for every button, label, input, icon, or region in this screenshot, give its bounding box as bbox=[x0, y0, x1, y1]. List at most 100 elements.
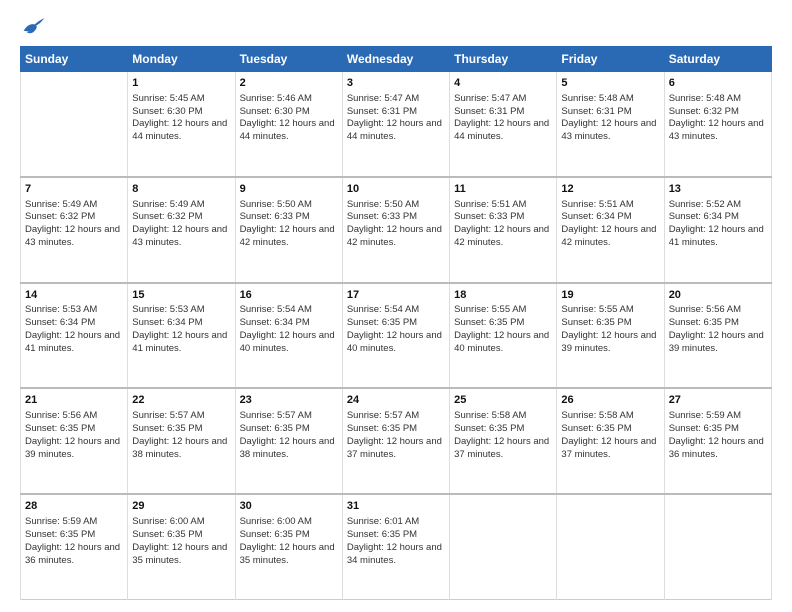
daylight-text: Daylight: 12 hours and 34 minutes. bbox=[347, 542, 445, 568]
sunset-text: Sunset: 6:32 PM bbox=[669, 106, 767, 119]
calendar-cell: 15Sunrise: 5:53 AMSunset: 6:34 PMDayligh… bbox=[128, 283, 235, 389]
calendar-cell: 26Sunrise: 5:58 AMSunset: 6:35 PMDayligh… bbox=[557, 388, 664, 494]
daylight-text: Daylight: 12 hours and 38 minutes. bbox=[240, 436, 338, 462]
day-number: 22 bbox=[132, 393, 230, 408]
day-number: 13 bbox=[669, 182, 767, 197]
calendar-cell: 14Sunrise: 5:53 AMSunset: 6:34 PMDayligh… bbox=[21, 283, 128, 389]
calendar-cell: 23Sunrise: 5:57 AMSunset: 6:35 PMDayligh… bbox=[235, 388, 342, 494]
day-number: 7 bbox=[25, 182, 123, 197]
calendar-cell: 21Sunrise: 5:56 AMSunset: 6:35 PMDayligh… bbox=[21, 388, 128, 494]
daylight-text: Daylight: 12 hours and 37 minutes. bbox=[347, 436, 445, 462]
logo-text bbox=[20, 16, 46, 36]
sunrise-text: Sunrise: 5:54 AM bbox=[240, 304, 338, 317]
sunrise-text: Sunrise: 5:52 AM bbox=[669, 199, 767, 212]
calendar-cell: 2Sunrise: 5:46 AMSunset: 6:30 PMDaylight… bbox=[235, 72, 342, 177]
day-number: 11 bbox=[454, 182, 552, 197]
sunrise-text: Sunrise: 5:57 AM bbox=[132, 410, 230, 423]
calendar-cell: 12Sunrise: 5:51 AMSunset: 6:34 PMDayligh… bbox=[557, 177, 664, 283]
day-number: 20 bbox=[669, 288, 767, 303]
sunset-text: Sunset: 6:35 PM bbox=[25, 529, 123, 542]
calendar-cell: 22Sunrise: 5:57 AMSunset: 6:35 PMDayligh… bbox=[128, 388, 235, 494]
day-number: 12 bbox=[561, 182, 659, 197]
sunset-text: Sunset: 6:35 PM bbox=[132, 529, 230, 542]
day-header-saturday: Saturday bbox=[664, 47, 771, 72]
day-number: 15 bbox=[132, 288, 230, 303]
daylight-text: Daylight: 12 hours and 43 minutes. bbox=[561, 118, 659, 144]
sunset-text: Sunset: 6:35 PM bbox=[454, 317, 552, 330]
sunrise-text: Sunrise: 5:58 AM bbox=[454, 410, 552, 423]
daylight-text: Daylight: 12 hours and 43 minutes. bbox=[132, 224, 230, 250]
day-number: 2 bbox=[240, 76, 338, 91]
sunset-text: Sunset: 6:35 PM bbox=[669, 423, 767, 436]
daylight-text: Daylight: 12 hours and 35 minutes. bbox=[132, 542, 230, 568]
daylight-text: Daylight: 12 hours and 44 minutes. bbox=[132, 118, 230, 144]
day-number: 29 bbox=[132, 499, 230, 514]
sunset-text: Sunset: 6:35 PM bbox=[347, 529, 445, 542]
sunrise-text: Sunrise: 5:53 AM bbox=[132, 304, 230, 317]
sunrise-text: Sunrise: 5:57 AM bbox=[240, 410, 338, 423]
day-number: 18 bbox=[454, 288, 552, 303]
sunset-text: Sunset: 6:33 PM bbox=[454, 211, 552, 224]
sunrise-text: Sunrise: 5:51 AM bbox=[454, 199, 552, 212]
calendar-cell: 17Sunrise: 5:54 AMSunset: 6:35 PMDayligh… bbox=[342, 283, 449, 389]
day-number: 8 bbox=[132, 182, 230, 197]
week-row-2: 14 Sunrise: 5:53 AM Sunset: 6:34 PM Dayligh… bbox=[21, 283, 772, 389]
calendar-cell: 25Sunrise: 5:58 AMSunset: 6:35 PMDayligh… bbox=[450, 388, 557, 494]
sunset-text: Sunset: 6:35 PM bbox=[561, 317, 659, 330]
days-of-week-row: SundayMondayTuesdayWednesdayThursdayFrid… bbox=[21, 47, 772, 72]
sunset-text: Sunset: 6:35 PM bbox=[25, 423, 123, 436]
day-header-wednesday: Wednesday bbox=[342, 47, 449, 72]
calendar-cell bbox=[664, 494, 771, 599]
day-number: 3 bbox=[347, 76, 445, 91]
sunset-text: Sunset: 6:31 PM bbox=[347, 106, 445, 119]
day-header-sunday: Sunday bbox=[21, 47, 128, 72]
sunset-text: Sunset: 6:35 PM bbox=[240, 423, 338, 436]
day-number: 21 bbox=[25, 393, 123, 408]
daylight-text: Daylight: 12 hours and 39 minutes. bbox=[561, 330, 659, 356]
day-number: 4 bbox=[454, 76, 552, 91]
sunset-text: Sunset: 6:32 PM bbox=[132, 211, 230, 224]
calendar-cell: 27Sunrise: 5:59 AMSunset: 6:35 PMDayligh… bbox=[664, 388, 771, 494]
day-number: 9 bbox=[240, 182, 338, 197]
sunrise-text: Sunrise: 5:56 AM bbox=[669, 304, 767, 317]
day-number: 28 bbox=[25, 499, 123, 514]
sunrise-text: Sunrise: 5:51 AM bbox=[561, 199, 659, 212]
sunrise-text: Sunrise: 5:45 AM bbox=[132, 93, 230, 106]
day-number: 10 bbox=[347, 182, 445, 197]
sunrise-text: Sunrise: 5:47 AM bbox=[454, 93, 552, 106]
day-number: 24 bbox=[347, 393, 445, 408]
calendar-cell: 19Sunrise: 5:55 AMSunset: 6:35 PMDayligh… bbox=[557, 283, 664, 389]
day-number: 27 bbox=[669, 393, 767, 408]
daylight-text: Daylight: 12 hours and 39 minutes. bbox=[25, 436, 123, 462]
daylight-text: Daylight: 12 hours and 41 minutes. bbox=[669, 224, 767, 250]
day-header-friday: Friday bbox=[557, 47, 664, 72]
day-number: 26 bbox=[561, 393, 659, 408]
sunrise-text: Sunrise: 5:47 AM bbox=[347, 93, 445, 106]
calendar-cell: 8Sunrise: 5:49 AMSunset: 6:32 PMDaylight… bbox=[128, 177, 235, 283]
sunset-text: Sunset: 6:34 PM bbox=[240, 317, 338, 330]
header bbox=[20, 16, 772, 36]
sunset-text: Sunset: 6:31 PM bbox=[454, 106, 552, 119]
sunset-text: Sunset: 6:34 PM bbox=[669, 211, 767, 224]
sunset-text: Sunset: 6:34 PM bbox=[561, 211, 659, 224]
sunset-text: Sunset: 6:35 PM bbox=[132, 423, 230, 436]
calendar-table: SundayMondayTuesdayWednesdayThursdayFrid… bbox=[20, 46, 772, 600]
daylight-text: Daylight: 12 hours and 39 minutes. bbox=[669, 330, 767, 356]
sunset-text: Sunset: 6:35 PM bbox=[347, 317, 445, 330]
daylight-text: Daylight: 12 hours and 41 minutes. bbox=[25, 330, 123, 356]
daylight-text: Daylight: 12 hours and 40 minutes. bbox=[347, 330, 445, 356]
day-number: 14 bbox=[25, 288, 123, 303]
daylight-text: Daylight: 12 hours and 36 minutes. bbox=[25, 542, 123, 568]
calendar-cell: 10Sunrise: 5:50 AMSunset: 6:33 PMDayligh… bbox=[342, 177, 449, 283]
day-number: 16 bbox=[240, 288, 338, 303]
sunrise-text: Sunrise: 6:00 AM bbox=[240, 516, 338, 529]
day-number: 1 bbox=[132, 76, 230, 91]
sunset-text: Sunset: 6:33 PM bbox=[347, 211, 445, 224]
sunrise-text: Sunrise: 5:55 AM bbox=[561, 304, 659, 317]
sunrise-text: Sunrise: 6:00 AM bbox=[132, 516, 230, 529]
logo-bird-icon bbox=[22, 16, 46, 36]
sunrise-text: Sunrise: 5:55 AM bbox=[454, 304, 552, 317]
week-row-4: 28Sunrise: 5:59 AMSunset: 6:35 PMDayligh… bbox=[21, 494, 772, 599]
calendar-cell: 11Sunrise: 5:51 AMSunset: 6:33 PMDayligh… bbox=[450, 177, 557, 283]
calendar-cell: 30Sunrise: 6:00 AMSunset: 6:35 PMDayligh… bbox=[235, 494, 342, 599]
